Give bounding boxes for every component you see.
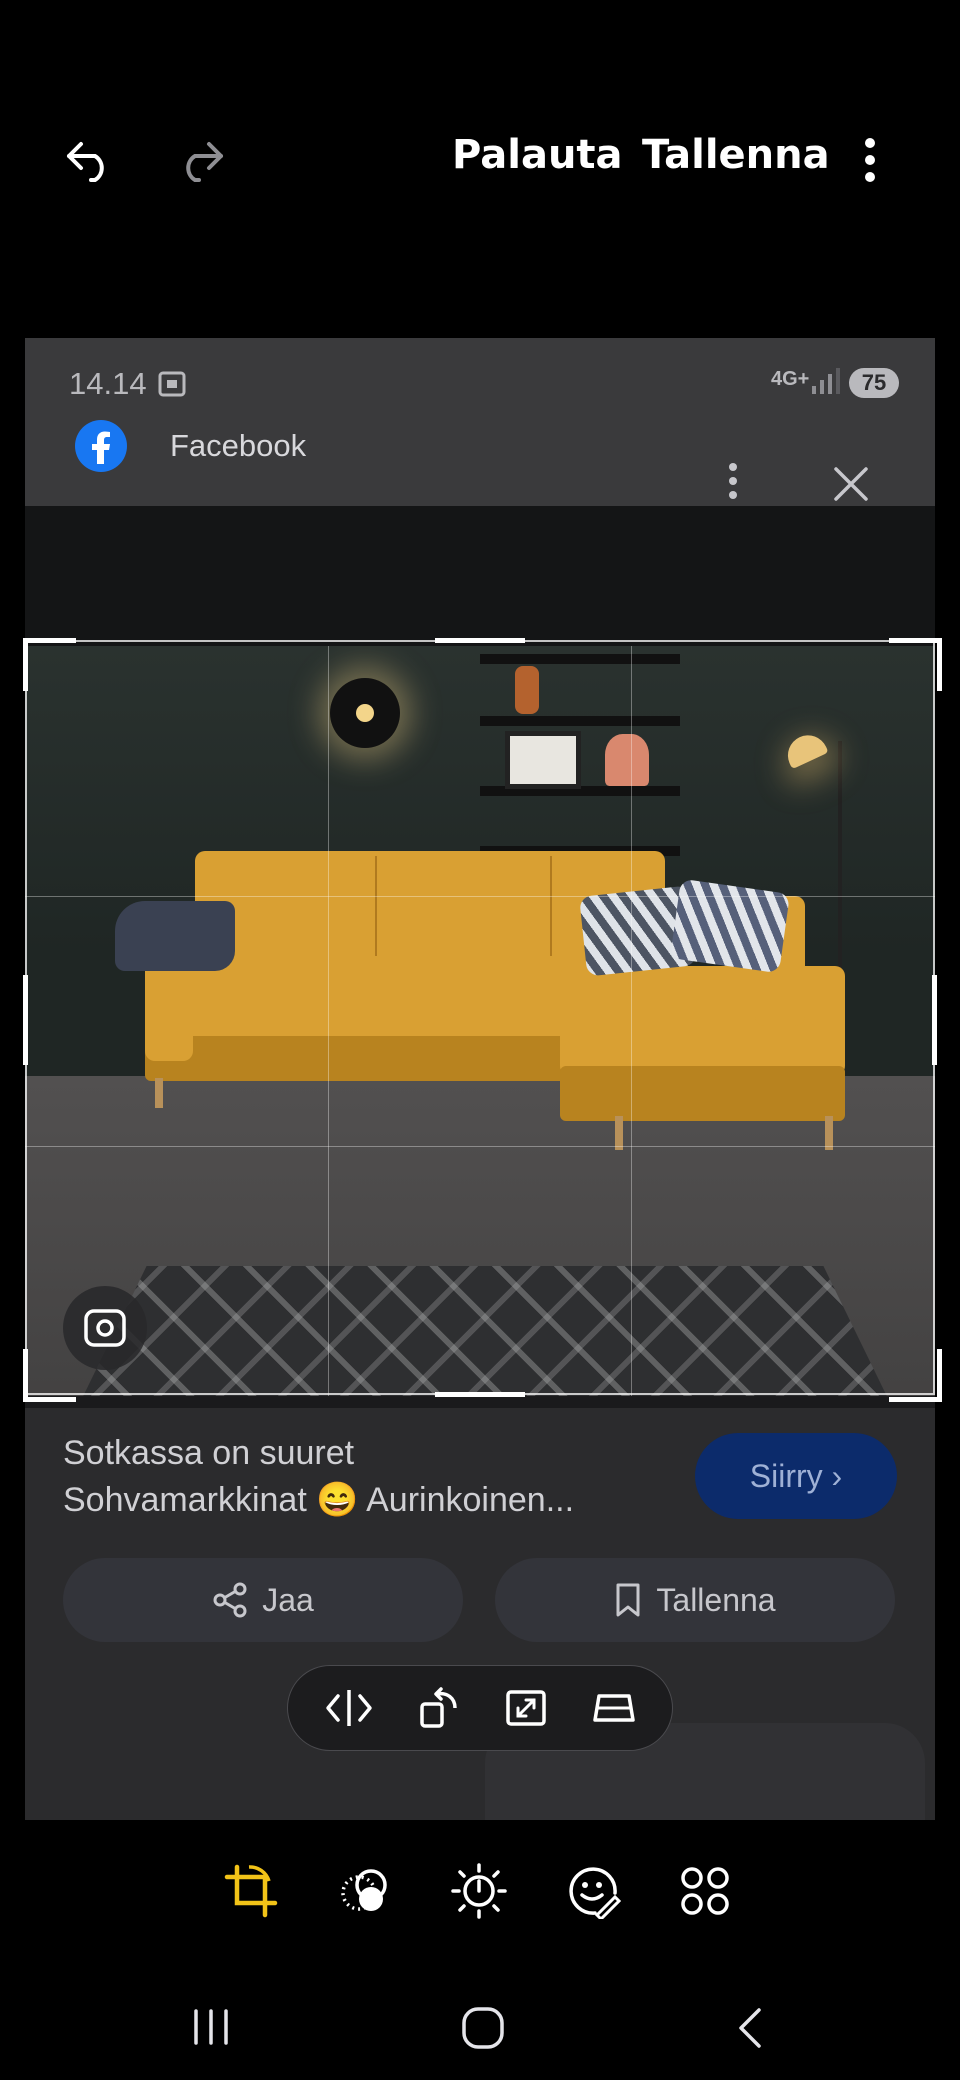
crop-handle-right[interactable]: [932, 975, 937, 1065]
caption-line: Sotkassa on suuret: [63, 1434, 355, 1472]
flip-icon[interactable]: [324, 1686, 374, 1730]
crop-handle-left[interactable]: [23, 975, 28, 1065]
more-vertical-icon[interactable]: [850, 132, 890, 188]
screenshot-indicator-icon: [157, 370, 187, 403]
save-post-button[interactable]: Tallenna: [495, 1558, 895, 1642]
captured-status-bar: 14.14 4G+ 75 Facebook: [25, 338, 935, 508]
crop-handle-top-right[interactable]: [889, 638, 942, 691]
facebook-logo-icon: [75, 420, 127, 472]
more-tools-icon[interactable]: [672, 1858, 738, 1924]
edit-tool-bar: [0, 1820, 960, 1970]
share-icon: [213, 1582, 247, 1618]
network-type: 4G+: [771, 368, 810, 390]
caption-line: Sohvamarkkinat 😄 Aurinkoinen...: [63, 1481, 575, 1519]
brightness-icon[interactable]: [446, 1858, 512, 1924]
signal-icon: [810, 368, 840, 401]
perspective-icon[interactable]: [591, 1686, 637, 1730]
revert-button[interactable]: Palauta: [452, 132, 623, 178]
crop-handle-top-left[interactable]: [23, 638, 76, 691]
go-button[interactable]: Siirry ›: [695, 1433, 897, 1519]
save-button[interactable]: Tallenna: [642, 132, 830, 178]
more-vertical-icon: [727, 462, 739, 507]
back-icon[interactable]: [725, 2000, 775, 2056]
crop-handle-bottom[interactable]: [435, 1392, 525, 1397]
post-caption: Sotkassa on suuret Sohvamarkkinat 😄 Auri…: [63, 1430, 574, 1524]
close-icon: [833, 466, 869, 507]
bookmark-icon: [616, 1583, 640, 1617]
home-icon[interactable]: [455, 2000, 511, 2056]
rotate-icon[interactable]: [417, 1686, 461, 1730]
editor-top-bar: Palauta Tallenna: [0, 0, 960, 330]
aspect-ratio-icon[interactable]: [504, 1686, 548, 1730]
crop-handle-bottom-left[interactable]: [23, 1349, 76, 1402]
battery-level: 75: [849, 368, 899, 398]
stickers-icon[interactable]: [560, 1858, 626, 1924]
filters-icon[interactable]: [332, 1858, 398, 1924]
redo-arrow-icon[interactable]: [170, 130, 230, 190]
system-navigation-bar: [0, 1970, 960, 2080]
app-title: Facebook: [170, 428, 307, 463]
save-post-label: Tallenna: [656, 1581, 776, 1618]
transform-toolbar: [287, 1665, 673, 1751]
share-label: Jaa: [262, 1581, 314, 1618]
crop-frame[interactable]: [25, 640, 935, 1395]
crop-handle-top[interactable]: [435, 638, 525, 643]
post-info: Sotkassa on suuret Sohvamarkkinat 😄 Auri…: [25, 1408, 935, 1820]
crop-handle-bottom-right[interactable]: [889, 1349, 942, 1402]
status-time: 14.14: [69, 366, 147, 401]
recent-apps-icon[interactable]: [186, 2002, 236, 2052]
photo-top-dark: [25, 506, 935, 646]
crop-rotate-icon[interactable]: [218, 1858, 284, 1924]
share-button[interactable]: Jaa: [63, 1558, 463, 1642]
undo-arrow-icon[interactable]: [60, 130, 120, 190]
